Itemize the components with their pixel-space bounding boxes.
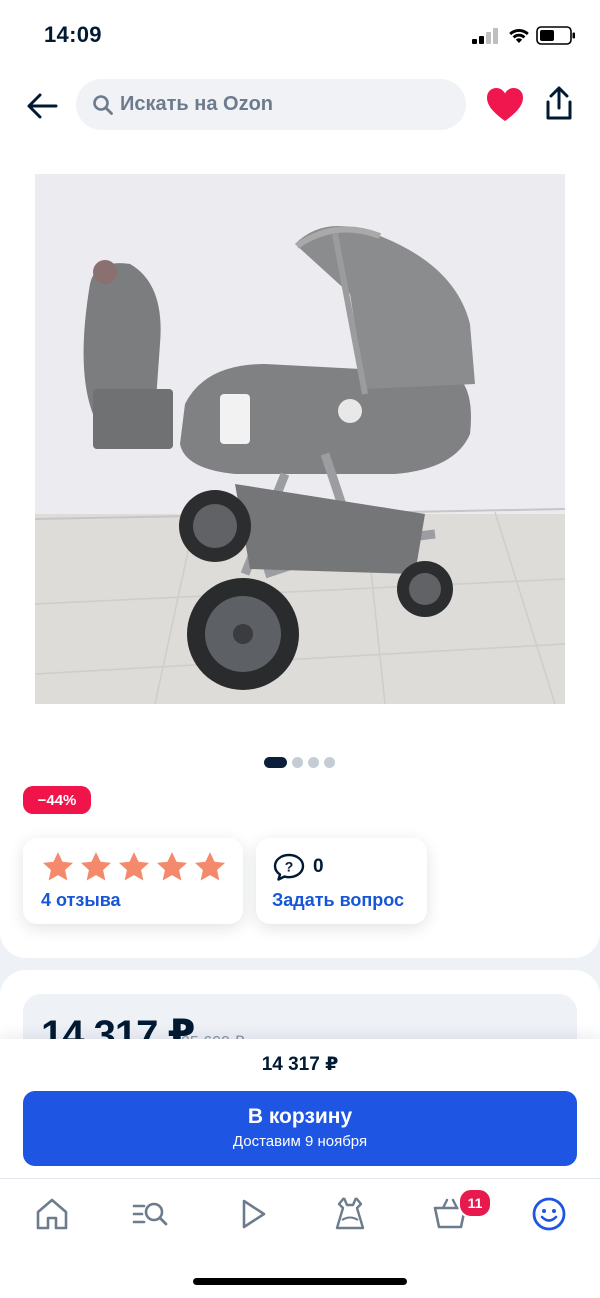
star-icon xyxy=(118,852,150,881)
cellular-signal-icon xyxy=(472,28,498,44)
svg-text:?: ? xyxy=(285,859,294,875)
video-play-icon[interactable] xyxy=(232,1194,272,1234)
search-input[interactable]: Искать на Ozon xyxy=(76,79,466,130)
gallery-dot[interactable] xyxy=(324,756,335,768)
reviews-card[interactable]: 4 отзыва xyxy=(23,838,243,924)
add-to-cart-button[interactable]: В корзину Доставим 9 ноября xyxy=(23,1091,577,1166)
question-bubble-icon: ? xyxy=(273,853,305,881)
favorite-heart-icon[interactable] xyxy=(485,86,525,124)
back-arrow-icon xyxy=(27,93,58,119)
baby-stroller-photo-image xyxy=(35,174,565,704)
battery-icon xyxy=(536,26,575,45)
star-icon xyxy=(42,852,74,881)
star-icon xyxy=(80,852,112,881)
questions-card[interactable]: ? 0 Задать вопрос xyxy=(256,838,427,924)
fresh-dress-icon[interactable] xyxy=(330,1194,370,1234)
discount-badge: −44% xyxy=(23,786,91,814)
gallery-dot[interactable] xyxy=(308,756,319,768)
rating-stars xyxy=(41,850,227,884)
gallery-pagination xyxy=(264,756,335,768)
home-icon[interactable] xyxy=(32,1194,72,1234)
gallery-dot[interactable] xyxy=(292,756,303,768)
star-icon xyxy=(194,852,226,881)
search-icon xyxy=(93,94,113,115)
search-placeholder: Искать на Ozon xyxy=(120,93,274,115)
catalog-search-icon[interactable] xyxy=(130,1194,170,1234)
cart-badge: 11 xyxy=(458,1188,492,1218)
reviews-link[interactable]: 4 отзыва xyxy=(41,890,121,911)
profile-smile-icon[interactable] xyxy=(529,1194,569,1234)
gallery-dot-active[interactable] xyxy=(264,756,287,768)
home-indicator xyxy=(193,1278,407,1285)
star-icon xyxy=(156,852,188,881)
product-photo[interactable] xyxy=(35,174,565,704)
delivery-date-label: Доставим 9 ноября xyxy=(232,1133,368,1150)
back-button[interactable] xyxy=(22,86,62,126)
wifi-icon xyxy=(509,28,529,43)
status-time: 14:09 xyxy=(44,22,102,47)
questions-count: 0 xyxy=(313,856,324,877)
share-icon[interactable] xyxy=(540,84,578,124)
add-to-cart-label: В корзину xyxy=(247,1105,353,1128)
ask-question-link[interactable]: Задать вопрос xyxy=(272,890,404,911)
buy-bar-price: 14 317 ₽ xyxy=(261,1054,339,1075)
